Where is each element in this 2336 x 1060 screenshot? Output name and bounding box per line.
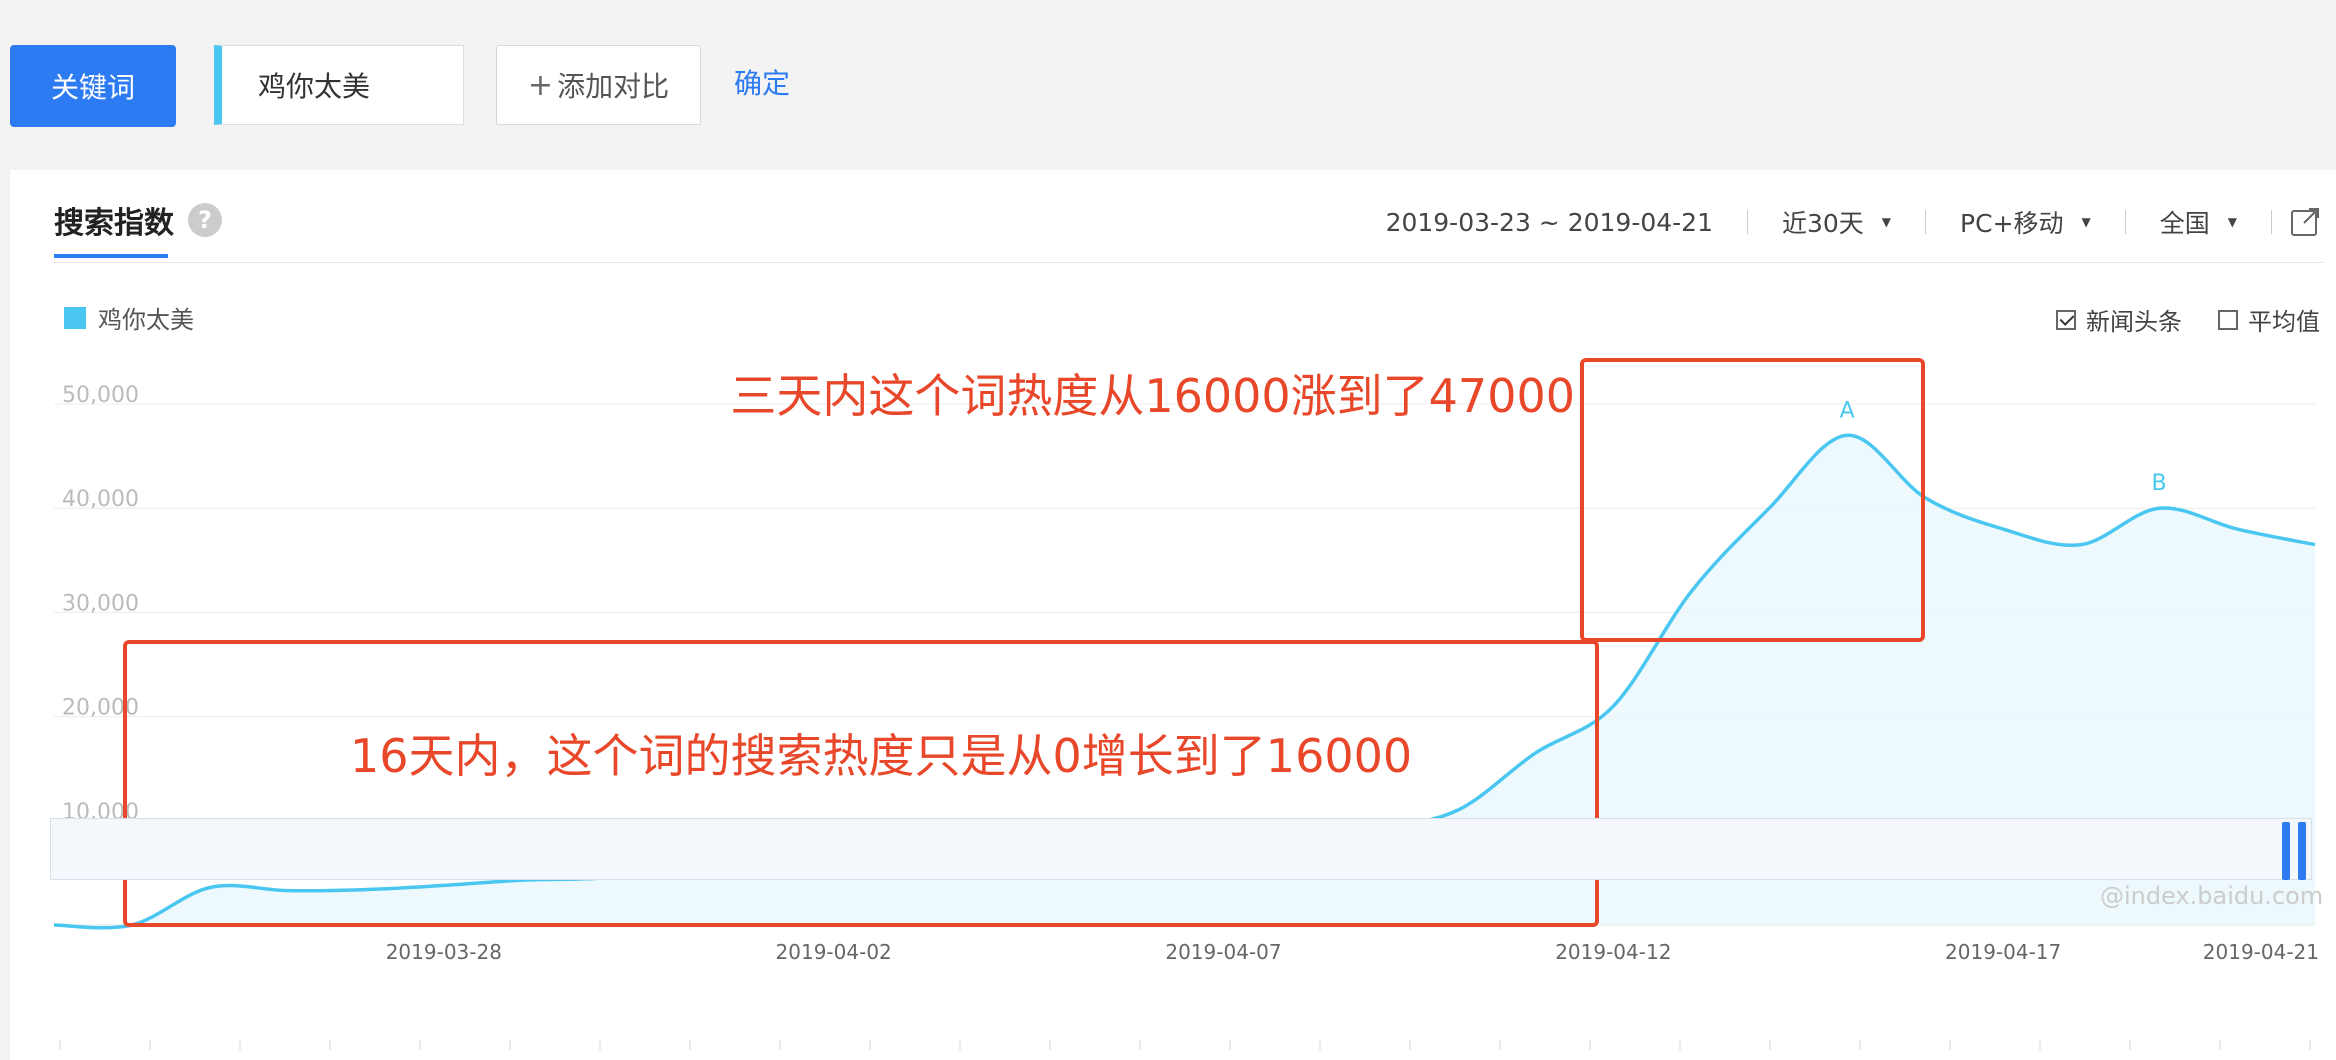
point-marker-label: A	[1840, 398, 1855, 423]
x-tick-label: 2019-04-21	[2203, 940, 2319, 964]
range-brush[interactable]	[50, 818, 2312, 880]
y-tick-label: 40,000	[62, 487, 139, 512]
x-tick-label: 2019-03-28	[386, 940, 502, 964]
annotation-text: 16天内，这个词的搜索热度只是从0增长到了16000	[350, 729, 1412, 783]
x-tick-label: 2019-04-02	[776, 940, 892, 964]
y-tick-label: 30,000	[62, 591, 139, 616]
brush-handle-left[interactable]	[2282, 822, 2290, 880]
annotation-text: 三天内这个词热度从16000涨到了47000	[730, 369, 1575, 423]
search-index-chart: 50,00040,00030,00020,00010,0002019-03-28…	[53, 358, 2319, 1050]
x-tick-label: 2019-04-17	[1945, 940, 2061, 964]
point-marker-label: B	[2152, 471, 2167, 496]
x-tick-label: 2019-04-07	[1165, 940, 1281, 964]
brush-handle-right[interactable]	[2298, 822, 2306, 880]
watermark: @index.baidu.com	[2100, 882, 2324, 910]
x-tick-label: 2019-04-12	[1555, 940, 1671, 964]
y-tick-label: 50,000	[62, 383, 139, 408]
y-tick-label: 20,000	[62, 696, 139, 721]
